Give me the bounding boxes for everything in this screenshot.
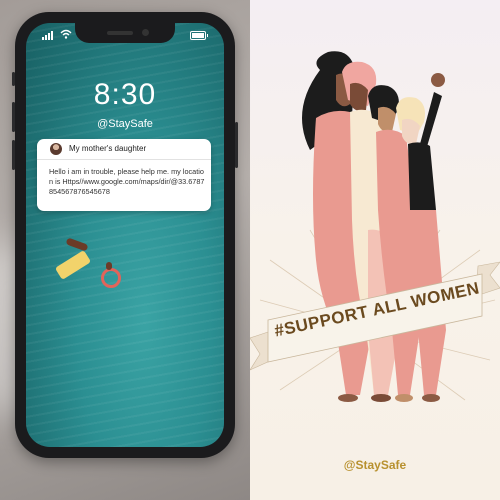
wifi-icon	[60, 29, 72, 39]
sender-avatar	[50, 143, 62, 155]
battery-icon	[190, 31, 208, 40]
lock-screen: 8:30 @StaySafe	[26, 23, 224, 447]
women-illustration	[250, 51, 500, 402]
volume-down-button	[12, 140, 15, 170]
speaker-grille	[107, 31, 133, 35]
ring-swimmer	[106, 262, 112, 270]
notification-message: Hello i am in trouble, please help me. m…	[49, 167, 205, 196]
message-notification[interactable]: My mother's daughter Hello i am in troub…	[37, 139, 211, 211]
raised-fist-icon	[431, 73, 445, 87]
front-camera-icon	[142, 29, 149, 36]
notification-header: My mother's daughter	[37, 139, 211, 160]
camera-notch	[75, 23, 175, 43]
volume-up-button	[12, 102, 15, 132]
lockscreen-handle: @StaySafe	[97, 118, 153, 130]
power-button	[235, 122, 238, 168]
lockscreen-clock: 8:30	[93, 78, 157, 111]
smartphone: 8:30 @StaySafe	[12, 12, 238, 458]
mute-switch	[12, 72, 15, 86]
footer-handle: @StaySafe	[343, 458, 407, 472]
cellular-signal-icon	[42, 31, 53, 40]
swim-ring	[101, 268, 121, 288]
notification-sender: My mother's daughter	[69, 144, 147, 153]
